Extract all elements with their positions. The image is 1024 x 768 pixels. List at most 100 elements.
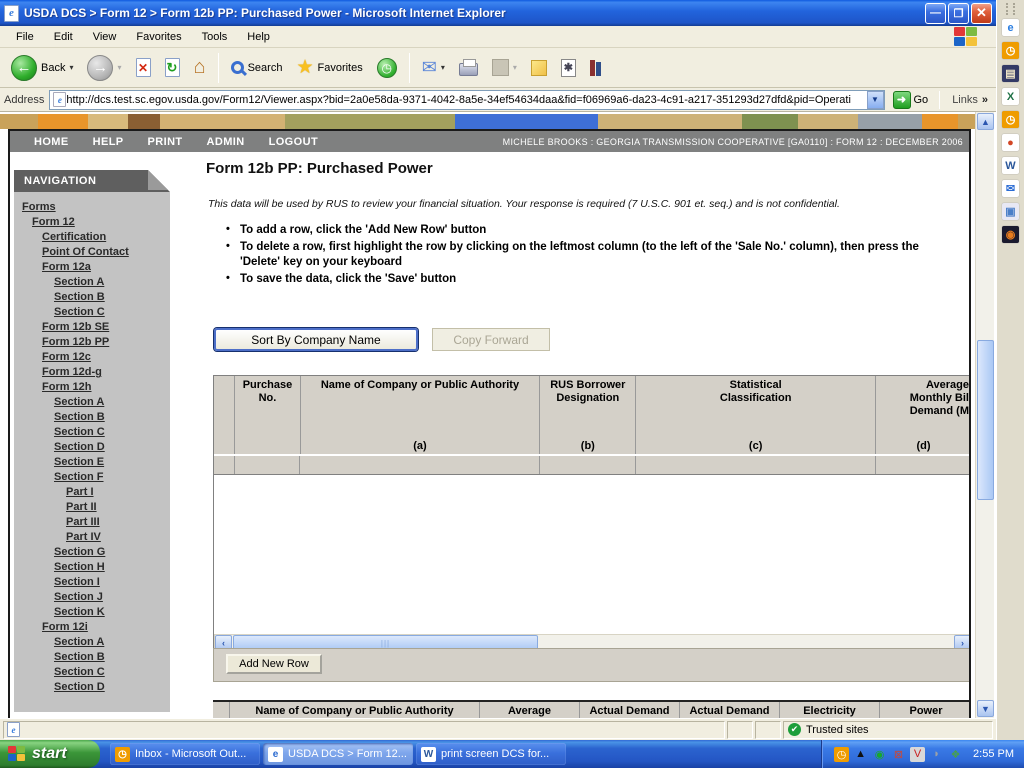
back-dropdown-icon[interactable]: ▾ (69, 63, 73, 72)
sidebar-header: NAVIGATION (14, 170, 170, 192)
sidebar-link[interactable]: Point Of Contact (42, 246, 129, 258)
sidebar-link[interactable]: Form 12h (42, 381, 92, 393)
sidebar-link[interactable]: Form 12b PP (42, 336, 109, 348)
site-nav-link[interactable]: HELP (69, 136, 124, 148)
sidebar-link[interactable]: Section G (54, 546, 105, 558)
sidebar-link[interactable]: Section B (54, 411, 105, 423)
menu-item[interactable]: View (85, 29, 125, 45)
close-button[interactable]: ✕ (971, 3, 992, 24)
search-button[interactable]: Search (226, 58, 288, 77)
sidebar-link[interactable]: Forms (22, 201, 56, 213)
msn-icon: ✱ (561, 59, 576, 77)
taskbar-task-button[interactable]: W print screen DCS for... (416, 743, 566, 765)
links-button[interactable]: Links » (948, 94, 992, 106)
browser-toolbar: ← Back ▾ → ▾ ✕ ↻ ⌂ Search ★ Favorites ◷ … (0, 48, 996, 88)
grid-row-selector[interactable] (214, 456, 235, 474)
history-button[interactable]: ◷ (372, 55, 402, 81)
site-nav-link[interactable]: PRINT (124, 136, 183, 148)
sidebar-link[interactable]: Section C (54, 666, 105, 678)
edit-button[interactable]: ▾ (487, 56, 522, 79)
site-nav-link[interactable]: HOME (10, 136, 69, 148)
minimize-button[interactable]: — (925, 3, 946, 24)
sidebar-link[interactable]: Section H (54, 561, 105, 573)
sidebar-link[interactable]: Form 12b SE (42, 321, 109, 333)
forward-button[interactable]: → ▾ (82, 52, 126, 84)
address-input[interactable] (66, 92, 866, 108)
favorites-button[interactable]: ★ Favorites (291, 53, 367, 82)
search-icon (231, 61, 244, 74)
sidebar-link[interactable]: Section K (54, 606, 105, 618)
taskbar-task-button[interactable]: ◷ Inbox - Microsoft Out... (110, 743, 260, 765)
sidebar-link[interactable]: Form 12d-g (42, 366, 102, 378)
grid-header-row: Purchase No. Name of Company or Public A… (214, 376, 971, 456)
sidebar-link[interactable]: Section A (54, 396, 104, 408)
messenger-icon (531, 60, 547, 76)
add-row-strip: Add New Row (213, 648, 971, 682)
sidebar-link[interactable]: Form 12c (42, 351, 91, 363)
sidebar-link[interactable]: Form 12 (32, 216, 75, 228)
sidebar-link[interactable]: Section A (54, 636, 104, 648)
taskbar-task-button[interactable]: e USDA DCS > Form 12... (263, 743, 413, 765)
toolbar-separator (409, 53, 410, 83)
sidebar-link[interactable]: Section E (54, 456, 104, 468)
stop-icon: ✕ (136, 58, 151, 77)
sidebar-item: Section B (14, 292, 170, 303)
sort-by-company-button[interactable]: Sort By Company Name (214, 328, 418, 351)
instructions-list: • To add a row, click the 'Add New Row' … (226, 223, 956, 289)
menu-item[interactable]: File (8, 29, 42, 45)
bullet-icon: • (226, 240, 240, 270)
refresh-button[interactable]: ↻ (160, 55, 185, 80)
grid-header-cell: Power (880, 702, 971, 718)
address-dropdown-icon[interactable]: ▼ (867, 91, 884, 109)
messenger-button[interactable] (526, 57, 552, 79)
back-button[interactable]: ← Back ▾ (6, 52, 78, 84)
sidebar-link[interactable]: Section I (54, 576, 100, 588)
sidebar-link[interactable]: Part II (66, 501, 97, 513)
copy-forward-button[interactable]: Copy Forward (432, 328, 550, 351)
menu-item[interactable]: Edit (46, 29, 81, 45)
menu-item[interactable]: Help (239, 29, 278, 45)
add-new-row-button[interactable]: Add New Row (226, 654, 322, 674)
sidebar-link[interactable]: Section B (54, 651, 105, 663)
sidebar-link[interactable]: Section D (54, 441, 105, 453)
grid-header-cell: Average (480, 702, 580, 718)
research-button[interactable] (585, 57, 606, 79)
restore-button[interactable]: ❐ (948, 3, 969, 24)
msn-button[interactable]: ✱ (556, 56, 581, 80)
sidebar-link[interactable]: Form 12i (42, 621, 88, 633)
sidebar-link[interactable]: Section C (54, 306, 105, 318)
home-button[interactable]: ⌂ (189, 53, 211, 82)
vertical-scroll-thumb[interactable] (977, 340, 994, 500)
menu-item[interactable]: Favorites (128, 29, 189, 45)
menu-item[interactable]: Tools (194, 29, 236, 45)
sidebar-link[interactable]: Section J (54, 591, 103, 603)
sidebar-link[interactable]: Part I (66, 486, 94, 498)
sidebar-link[interactable]: Part IV (66, 531, 101, 543)
sidebar-item: Form 12i (14, 622, 170, 633)
sidebar-link[interactable]: Section F (54, 471, 104, 483)
stop-button[interactable]: ✕ (131, 55, 156, 80)
go-button[interactable]: ➜ Go (890, 90, 932, 110)
page-vertical-scrollbar[interactable]: ▲ ▼ (975, 112, 994, 718)
sidebar-link[interactable]: Form 12a (42, 261, 91, 273)
sidebar-link[interactable]: Section D (54, 681, 105, 693)
scroll-down-icon[interactable]: ▼ (977, 700, 994, 717)
sidebar-link[interactable]: Section C (54, 426, 105, 438)
usda-photo-banner (0, 114, 975, 129)
scroll-up-icon[interactable]: ▲ (977, 113, 994, 130)
sidebar-link[interactable]: Section B (54, 291, 105, 303)
edit-icon (492, 59, 509, 76)
grid-header-cell (213, 702, 230, 718)
grid-header-cell: Purchase No. (235, 376, 300, 454)
sidebar-link[interactable]: Section A (54, 276, 104, 288)
start-button[interactable]: start (0, 740, 100, 768)
status-main-panel: e (3, 721, 725, 739)
page-viewport: HOMEHELPPRINTADMINLOGOUT MICHELE BROOKS … (0, 112, 996, 718)
sidebar-link[interactable]: Certification (42, 231, 106, 243)
mail-button[interactable]: ✉▾ (417, 54, 450, 81)
windows-flag-icon (8, 746, 26, 762)
grip-handle[interactable] (1006, 3, 1015, 15)
print-button[interactable] (454, 56, 483, 79)
fold-corner (148, 170, 170, 192)
sidebar-link[interactable]: Part III (66, 516, 100, 528)
